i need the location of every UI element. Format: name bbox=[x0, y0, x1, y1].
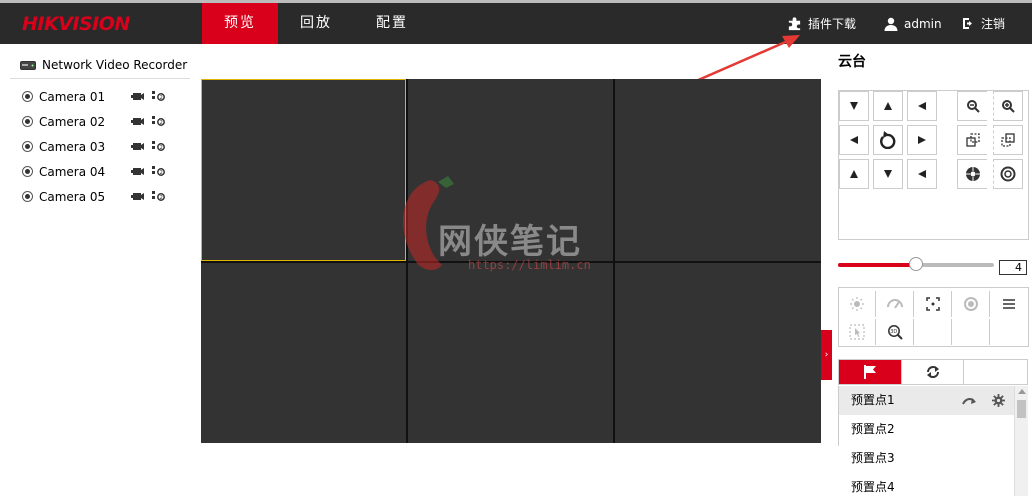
video-window-5[interactable] bbox=[408, 263, 613, 443]
stream-select-icon[interactable]: 2 bbox=[151, 90, 165, 103]
preset-item[interactable]: 预置点2 bbox=[839, 415, 1027, 444]
video-window-3[interactable] bbox=[615, 79, 821, 261]
preset-item[interactable]: 预置点3 bbox=[839, 444, 1027, 473]
ptz-up-left-button[interactable] bbox=[839, 91, 869, 121]
svg-text:2: 2 bbox=[160, 95, 163, 101]
expand-panel-button[interactable]: › bbox=[821, 330, 832, 380]
iris-close-button[interactable] bbox=[993, 159, 1023, 189]
nvr-icon bbox=[20, 60, 36, 70]
iris-open-button[interactable] bbox=[957, 159, 987, 189]
aux-empty-button[interactable] bbox=[953, 319, 990, 345]
camera-item[interactable]: Camera 04 2 bbox=[10, 159, 190, 184]
preset-label: 预置点2 bbox=[851, 422, 895, 436]
camera-item[interactable]: Camera 02 2 bbox=[10, 109, 190, 134]
ptz-left-button[interactable] bbox=[839, 125, 869, 155]
record-icon[interactable] bbox=[131, 141, 145, 152]
zoom-out-button[interactable] bbox=[957, 91, 987, 121]
camera-item[interactable]: Camera 03 2 bbox=[10, 134, 190, 159]
tab-preset[interactable] bbox=[839, 360, 902, 384]
record-icon[interactable] bbox=[131, 91, 145, 102]
aux-empty-button[interactable] bbox=[915, 319, 952, 345]
ptz-function-tabs bbox=[838, 359, 1028, 385]
camera-label: Camera 03 bbox=[39, 139, 106, 154]
tab-pattern[interactable] bbox=[964, 360, 1027, 384]
camera-label: Camera 01 bbox=[39, 89, 106, 104]
scrollbar-thumb[interactable] bbox=[1017, 400, 1026, 418]
preset-label: 预置点3 bbox=[851, 451, 895, 465]
stream-select-icon[interactable]: 2 bbox=[151, 140, 165, 153]
svg-text:2: 2 bbox=[160, 170, 163, 176]
light-icon[interactable] bbox=[839, 291, 876, 317]
goto-preset-icon[interactable] bbox=[962, 396, 976, 406]
preset-item[interactable]: 预置点1 bbox=[839, 386, 1027, 415]
ptz-down-left-button[interactable] bbox=[839, 159, 869, 189]
ptz-right-button[interactable] bbox=[907, 125, 937, 155]
ptz-down-button[interactable] bbox=[873, 159, 903, 189]
svg-text:2: 2 bbox=[160, 195, 163, 201]
ptz-up-button[interactable] bbox=[873, 91, 903, 121]
manual-tracking-icon[interactable] bbox=[839, 319, 876, 345]
record-icon[interactable] bbox=[131, 116, 145, 127]
camera-item[interactable]: Camera 05 2 bbox=[10, 184, 190, 209]
scroll-up-arrow-icon[interactable] bbox=[1018, 389, 1026, 394]
ptz-speed-fill bbox=[838, 263, 916, 267]
camera-status-icon bbox=[22, 191, 33, 202]
record-icon[interactable] bbox=[131, 166, 145, 177]
focus-far-button[interactable] bbox=[993, 125, 1023, 155]
ptz-panel: 云台 4 3D 预置点1 预置点2 预置点3 预置点4 bbox=[838, 50, 1029, 496]
video-window-6[interactable] bbox=[615, 263, 821, 443]
gear-icon[interactable] bbox=[992, 394, 1005, 407]
video-window-4[interactable] bbox=[201, 263, 406, 443]
auxiliary-focus-icon[interactable] bbox=[915, 291, 952, 317]
camera-label: Camera 02 bbox=[39, 114, 106, 129]
ptz-up-right-button[interactable] bbox=[907, 91, 937, 121]
nvr-root-item[interactable]: Network Video Recorder bbox=[10, 52, 190, 79]
preset-label: 预置点1 bbox=[851, 393, 895, 407]
svg-text:3D: 3D bbox=[890, 329, 897, 335]
ptz-control-pad bbox=[838, 90, 1029, 240]
preset-list: 预置点1 预置点2 预置点3 预置点4 bbox=[838, 386, 1028, 494]
camera-item[interactable]: Camera 01 2 bbox=[10, 84, 190, 109]
video-window-1[interactable] bbox=[201, 79, 406, 261]
device-tree: Network Video Recorder Camera 01 2 Camer… bbox=[10, 52, 190, 209]
preset-list-scrollbar[interactable] bbox=[1014, 386, 1028, 496]
ptz-speed-knob[interactable] bbox=[909, 257, 923, 271]
ptz-speed-slider[interactable] bbox=[838, 257, 994, 271]
stream-select-icon[interactable]: 2 bbox=[151, 165, 165, 178]
camera-status-icon bbox=[22, 116, 33, 127]
menu-icon[interactable] bbox=[991, 291, 1027, 317]
3d-zoom-icon[interactable]: 3D bbox=[877, 319, 914, 345]
wiper-icon[interactable] bbox=[877, 291, 914, 317]
nvr-label: Network Video Recorder bbox=[42, 58, 188, 72]
video-grid bbox=[201, 79, 821, 443]
camera-label: Camera 05 bbox=[39, 189, 106, 204]
svg-text:2: 2 bbox=[160, 120, 163, 126]
camera-status-icon bbox=[22, 91, 33, 102]
camera-status-icon bbox=[22, 141, 33, 152]
zoom-in-button[interactable] bbox=[993, 91, 1023, 121]
ptz-speed-value: 4 bbox=[999, 260, 1027, 275]
preset-item[interactable]: 预置点4 bbox=[839, 473, 1027, 502]
ptz-title: 云台 bbox=[838, 54, 866, 70]
camera-status-icon bbox=[22, 166, 33, 177]
ptz-down-right-button[interactable] bbox=[907, 159, 937, 189]
tab-patrol[interactable] bbox=[902, 360, 965, 384]
stream-select-icon[interactable]: 2 bbox=[151, 115, 165, 128]
ptz-auto-rotate-button[interactable] bbox=[873, 125, 903, 155]
record-icon[interactable] bbox=[131, 191, 145, 202]
svg-text:2: 2 bbox=[160, 145, 163, 151]
video-window-2[interactable] bbox=[408, 79, 613, 261]
preset-label: 预置点4 bbox=[851, 480, 895, 494]
stream-select-icon[interactable]: 2 bbox=[151, 190, 165, 203]
focus-near-button[interactable] bbox=[957, 125, 987, 155]
lens-init-icon[interactable] bbox=[953, 291, 990, 317]
camera-label: Camera 04 bbox=[39, 164, 106, 179]
ptz-aux-tools: 3D bbox=[838, 287, 1029, 347]
